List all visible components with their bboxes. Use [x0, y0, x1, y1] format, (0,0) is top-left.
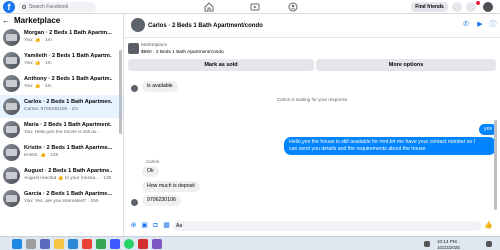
search-taskbar-icon[interactable]	[26, 239, 36, 249]
conversation-preview: You: 👍 · 1m	[24, 61, 52, 66]
chat-title[interactable]: Carlos · 2 Beds 1 Bath Apartment/condo	[148, 23, 263, 29]
message-bubble-incoming[interactable]: is available	[142, 81, 178, 92]
message-bubble-incoming[interactable]: How much is deposit	[142, 181, 200, 192]
like-icon[interactable]: 👍	[484, 222, 493, 229]
conversation-sidebar: ← Marketplace Morgan · 2 Beds 1 Bath Apa…	[0, 14, 124, 236]
sender-avatar	[131, 199, 138, 206]
notification-badge	[476, 1, 480, 5]
groups-icon[interactable]	[288, 2, 298, 12]
conversation-preview: You: Hello,yes the house is still av...	[24, 130, 100, 135]
wifi-icon[interactable]	[424, 241, 430, 247]
conversation-name: August · 2 Beds 1 Bath Apartme...	[24, 168, 112, 174]
phone-icon[interactable]: ✆	[462, 21, 470, 29]
plus-icon[interactable]: ⊕	[130, 222, 137, 229]
conversation-name: Morgan · 2 Beds 1 Bath Apartm...	[24, 30, 112, 36]
facebook-logo[interactable]: f	[3, 1, 15, 13]
app-icon[interactable]	[152, 239, 162, 249]
message-composer: ⊕ ▣ ◘ ▦ Aa 👍	[124, 218, 500, 236]
listing-thumbnail	[3, 167, 20, 184]
contact-avatar[interactable]	[131, 18, 145, 32]
conversation-name: Maria · 2 Beds 1 Bath Apartment...	[24, 122, 112, 128]
listing-thumbnail	[3, 75, 20, 92]
find-friends-button[interactable]: Find friends	[411, 2, 448, 12]
file-explorer-icon[interactable]	[54, 239, 64, 249]
conversation-preview: You: 👍 · 1m	[24, 84, 52, 89]
top-bar: f Search Facebook Find friends	[0, 0, 500, 14]
conversation-name: Anthony · 2 Beds 1 Bath Apartm...	[24, 76, 112, 82]
conversation-preview: You: 👍 · 1m	[24, 38, 52, 43]
video-icon[interactable]	[250, 2, 260, 12]
conversation-item[interactable]: Maria · 2 Beds 1 Bath Apartment... You: H…	[0, 118, 123, 141]
listing-bar: Marketplace $950 · 2 Beds 1 Bath Apartme…	[124, 38, 500, 74]
chat-header: Carlos · 2 Beds 1 Bath Apartment/condo ✆…	[124, 14, 500, 38]
home-icon[interactable]	[204, 2, 214, 12]
mark-as-sold-button[interactable]: Mark as sold	[128, 59, 314, 71]
conversation-preview: Kristin: 👍 · 13h	[24, 153, 59, 158]
message-bubble-incoming[interactable]: Ok	[142, 166, 159, 177]
listing-thumbnail	[3, 98, 20, 115]
sender-name: Carlos	[146, 159, 160, 164]
windows-taskbar: 10:14 PM 10/23/2025	[0, 236, 500, 250]
info-icon[interactable]: ⓘ	[489, 21, 497, 29]
message-input[interactable]: Aa	[173, 221, 481, 231]
search-input[interactable]: Search Facebook	[18, 2, 96, 12]
message-bubble-incoming[interactable]: 9706230106	[142, 195, 181, 206]
listing-thumbnail	[3, 190, 20, 207]
gif-icon[interactable]: ▦	[163, 222, 170, 229]
listing-label: Marketplace	[141, 43, 168, 48]
conversation-item[interactable]: Morgan · 2 Beds 1 Bath Apartm... You: 👍 ·…	[0, 26, 123, 49]
chat-scrollbar[interactable]	[494, 120, 497, 210]
notification-center-icon[interactable]	[486, 241, 492, 247]
whatsapp-icon[interactable]	[124, 239, 134, 249]
message-thread: is available Carlos is waiting for your …	[124, 74, 500, 224]
more-options-button[interactable]: More options	[316, 59, 496, 71]
message-line: can send you details and the requirement…	[289, 146, 426, 152]
search-placeholder: Search Facebook	[29, 4, 69, 10]
listing-thumbnail	[3, 52, 20, 69]
sticker-icon[interactable]: ◘	[152, 222, 159, 229]
listing-thumbnail	[3, 144, 20, 161]
listing-thumbnail[interactable]	[128, 43, 139, 54]
sender-avatar	[131, 85, 138, 92]
conversation-item[interactable]: Yamileth · 2 Beds 1 Bath Apartm... You: 👍…	[0, 49, 123, 72]
image-icon[interactable]: ▣	[141, 222, 148, 229]
conversation-item-active[interactable]: Carlos · 2 Beds 1 Bath Apartmen... Carlos…	[0, 95, 123, 118]
start-icon[interactable]	[12, 239, 22, 249]
conversation-preview: Carlos: 9706230106 · 2m	[24, 107, 79, 112]
conversation-preview: You: Yes, are you interested? · 15h	[24, 199, 99, 204]
avatar[interactable]	[483, 2, 493, 12]
conversation-item[interactable]: August · 2 Beds 1 Bath Apartme... August …	[0, 164, 123, 187]
clock-time[interactable]: 10:14 PM	[437, 239, 457, 244]
clock-date[interactable]: 10/23/2025	[437, 245, 460, 250]
listing-detail[interactable]: $950 · 2 Beds 1 Bath Apartment/condo	[141, 50, 224, 55]
conversation-name: Garcia · 2 Beds 1 Bath Apartme...	[24, 191, 112, 197]
conversation-name: Yamileth · 2 Beds 1 Bath Apartm...	[24, 53, 112, 59]
conversation-name: Carlos · 2 Beds 1 Bath Apartmen...	[24, 99, 112, 105]
app-icon[interactable]	[82, 239, 92, 249]
notifications-icon[interactable]	[466, 2, 476, 12]
conversation-item[interactable]: Anthony · 2 Beds 1 Bath Apartm... You: 👍 …	[0, 72, 123, 95]
app-icon[interactable]	[110, 239, 120, 249]
video-call-icon[interactable]: ▶	[476, 21, 484, 29]
app-icon[interactable]	[138, 239, 148, 249]
edge-icon[interactable]	[68, 239, 78, 249]
back-arrow-icon[interactable]: ←	[2, 16, 10, 25]
menu-icon[interactable]	[452, 2, 462, 12]
sidebar-header: ← Marketplace	[0, 14, 123, 26]
search-icon	[22, 4, 26, 9]
sidebar-scrollbar[interactable]	[119, 50, 122, 134]
conversation-item[interactable]: Kristin · 2 Beds 1 Bath Apartme... Kristi…	[0, 141, 123, 164]
sidebar-title: Marketplace	[14, 15, 61, 25]
conversation-name: Kristin · 2 Beds 1 Bath Apartme...	[24, 145, 112, 151]
system-message: Carlos is waiting for your response	[276, 97, 348, 102]
message-bubble-outgoing[interactable]: Hello,yes the house is still available f…	[284, 137, 496, 155]
conversation-item[interactable]: Garcia · 2 Beds 1 Bath Apartme... You: Ye…	[0, 187, 123, 210]
task-view-icon[interactable]	[40, 239, 50, 249]
chrome-icon[interactable]	[96, 239, 106, 249]
listing-thumbnail	[3, 121, 20, 138]
message-line: Hello,yes the house is still available f…	[289, 139, 476, 145]
conversation-preview: August reacted 👍 to your messa... · 13h	[24, 176, 112, 181]
listing-thumbnail	[3, 29, 20, 46]
